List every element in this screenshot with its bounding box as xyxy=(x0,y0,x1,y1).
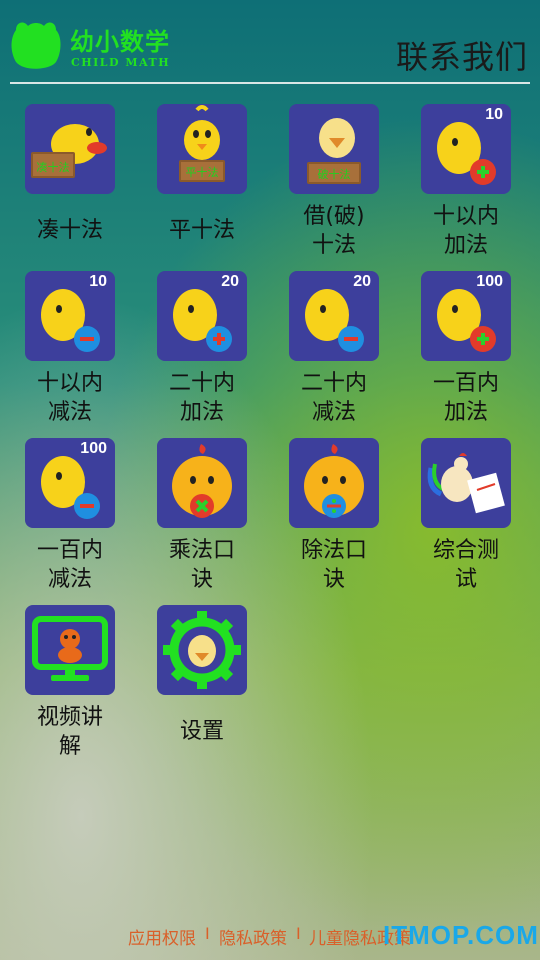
menu-item-label: 一百内 减法 xyxy=(36,538,103,592)
menu-item-ping-shi[interactable]: 平十法 平十法 xyxy=(132,104,264,264)
menu-item-label: 十以内 加法 xyxy=(432,204,499,258)
chick-minus-icon: 10 xyxy=(25,271,115,361)
menu-item-label: 一百内 加法 xyxy=(432,371,499,425)
range-badge: 100 xyxy=(80,440,107,457)
menu-item-add-10[interactable]: 10 十以内 加法 xyxy=(396,104,528,264)
chick-sign-icon: 破十法 xyxy=(289,104,379,194)
menu-item-label: 十以内 减法 xyxy=(36,371,103,425)
range-badge: 20 xyxy=(353,273,371,290)
site-watermark: ITMOP.COM xyxy=(383,920,539,950)
app-logo-icon xyxy=(11,22,61,69)
chick-sign-icon: 凑十法 xyxy=(25,104,115,194)
menu-item-settings[interactable]: 设置 xyxy=(132,605,264,765)
menu-item-label: 平十法 xyxy=(168,218,235,243)
chick-plus-icon: 100 xyxy=(421,271,511,361)
menu-item-label: 综合测试 xyxy=(432,538,499,592)
menu-item-label: 除法口诀 xyxy=(300,538,367,592)
range-badge: 10 xyxy=(89,273,107,290)
hen-multiply-icon xyxy=(157,438,247,528)
menu-item-test[interactable]: 综合测试 xyxy=(396,438,528,598)
menu-item-label: 二十内 减法 xyxy=(300,371,367,425)
menu-item-label: 借(破) 十法 xyxy=(303,204,365,258)
menu-item-label: 设置 xyxy=(179,719,224,744)
rooster-test-icon xyxy=(421,438,511,528)
app-permissions-link[interactable]: 应用权限 xyxy=(128,924,196,949)
settings-gear-icon xyxy=(157,605,247,695)
menu-item-label: 乘法口诀 xyxy=(168,538,235,592)
menu-item-label: 凑十法 xyxy=(36,218,103,243)
menu-item-cou-shi[interactable]: 凑十法 凑十法 xyxy=(0,104,132,264)
video-monitor-icon xyxy=(25,605,115,695)
chick-sign-text: 凑十法 xyxy=(37,160,70,174)
range-badge: 10 xyxy=(485,106,503,123)
menu-item-label: 视频讲解 xyxy=(36,705,103,759)
privacy-policy-link[interactable]: 隐私政策 xyxy=(219,924,287,949)
chick-minus-icon: 20 xyxy=(289,271,379,361)
app-title: 幼小数学 xyxy=(70,28,170,56)
hen-divide-icon xyxy=(289,438,379,528)
header-divider xyxy=(10,82,530,84)
menu-item-label: 二十内 加法 xyxy=(168,371,235,425)
app-header: 幼小数学 CHILD MATH 联系我们 xyxy=(0,0,540,84)
menu-item-sub-20[interactable]: 20 二十内 减法 xyxy=(264,271,396,431)
app-subtitle: CHILD MATH xyxy=(71,56,171,69)
range-badge: 20 xyxy=(221,273,239,290)
footer-separator: I xyxy=(296,924,301,943)
menu-item-divide[interactable]: 除法口诀 xyxy=(264,438,396,598)
chick-minus-icon: 100 xyxy=(25,438,115,528)
menu-item-video[interactable]: 视频讲解 xyxy=(0,605,132,765)
chick-sign-text: 平十法 xyxy=(186,165,219,179)
menu-item-multiply[interactable]: 乘法口诀 xyxy=(132,438,264,598)
chick-plus-icon: 20 xyxy=(157,271,247,361)
chick-plus-icon: 10 xyxy=(421,104,511,194)
menu-item-add-100[interactable]: 100 一百内 加法 xyxy=(396,271,528,431)
range-badge: 100 xyxy=(476,273,503,290)
chick-sign-text: 破十法 xyxy=(318,167,351,181)
menu-item-sub-100[interactable]: 100 一百内 减法 xyxy=(0,438,132,598)
menu-item-add-20[interactable]: 20 二十内 加法 xyxy=(132,271,264,431)
chick-sign-icon: 平十法 xyxy=(157,104,247,194)
menu-item-po-shi[interactable]: 破十法 借(破) 十法 xyxy=(264,104,396,264)
contact-us-link[interactable]: 联系我们 xyxy=(396,32,528,78)
menu-item-sub-10[interactable]: 10 十以内 减法 xyxy=(0,271,132,431)
footer-separator: I xyxy=(205,924,210,943)
